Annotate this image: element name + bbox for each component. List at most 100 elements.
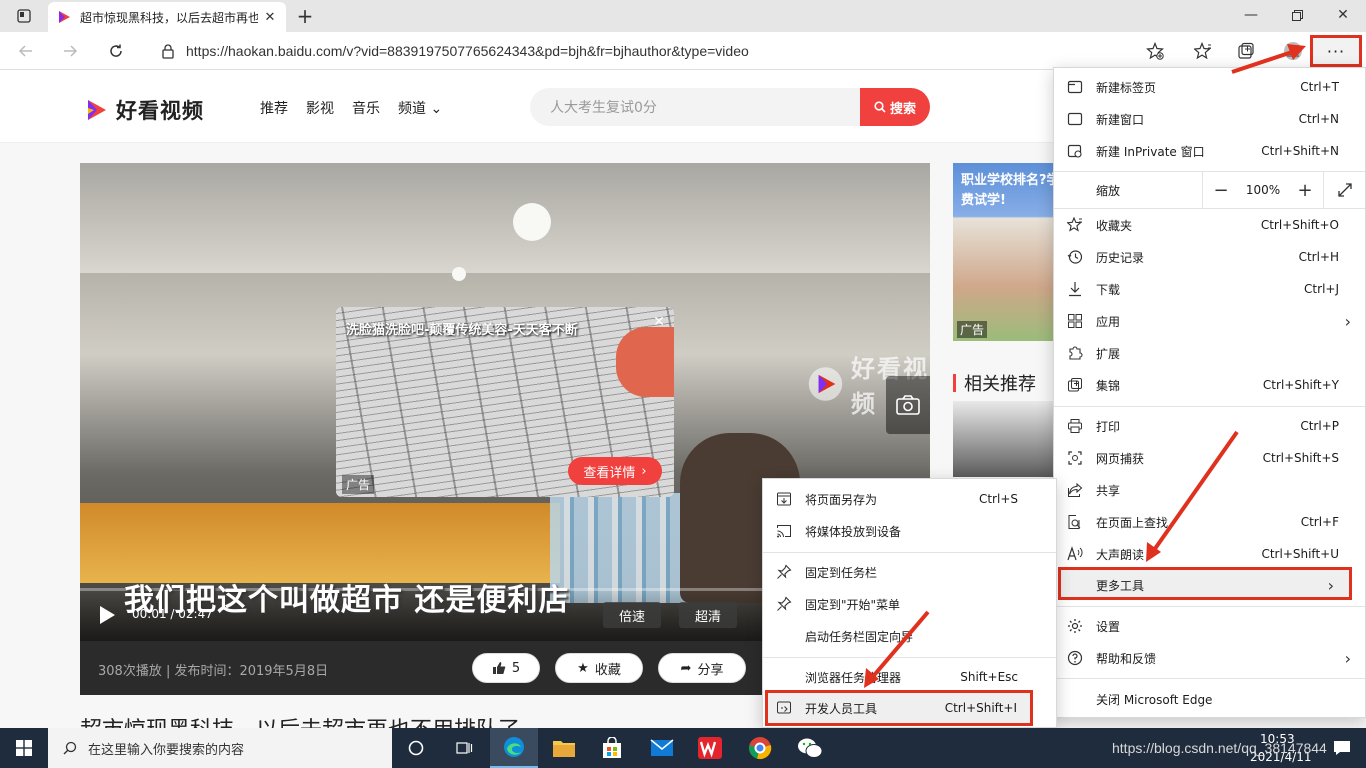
menu-item-history[interactable]: 历史记录 Ctrl+H xyxy=(1054,241,1365,273)
like-button[interactable]: 5 xyxy=(472,653,540,683)
start-button[interactable] xyxy=(0,728,48,768)
menu-item-read-aloud[interactable]: 大声朗读 Ctrl+Shift+U xyxy=(1054,538,1365,570)
submenu-item-save-page[interactable]: 将页面另存为 Ctrl+S xyxy=(763,483,1056,515)
refresh-icon xyxy=(110,44,122,57)
taskbar-store[interactable] xyxy=(588,728,636,768)
menu-item-new-tab[interactable]: 新建标签页 Ctrl+T xyxy=(1054,71,1365,103)
menu-item-new-window[interactable]: 新建窗口 Ctrl+N xyxy=(1054,103,1365,135)
fullscreen-button[interactable] xyxy=(1323,172,1365,208)
menu-label: 将页面另存为 xyxy=(805,492,878,507)
menu-item-favorites[interactable]: 收藏夹 Ctrl+Shift+O xyxy=(1054,209,1365,241)
menu-label: 固定到"开始"菜单 xyxy=(805,597,901,612)
zoom-controls: − 100% + xyxy=(1202,172,1323,208)
like-count: 5 xyxy=(511,660,521,676)
blank-icon xyxy=(775,627,793,645)
rail-ad-text: 职业学校排名?学费试学! xyxy=(961,173,1057,208)
submenu-item-pin-taskbar[interactable]: 固定到任务栏 xyxy=(763,556,1056,588)
taskbar-file-explorer[interactable] xyxy=(540,728,588,768)
submenu-item-developer-tools[interactable]: 开发人员工具 Ctrl+Shift+I xyxy=(763,692,1031,724)
nav-item-music[interactable]: 音乐 xyxy=(352,98,380,118)
address-bar[interactable]: https://haokan.baidu.com/v?vid=883919750… xyxy=(146,36,1176,66)
nav-item-channels[interactable]: 频道 ⌄ xyxy=(398,98,442,118)
star-icon: ★ xyxy=(577,660,589,676)
settings-and-more-button[interactable]: ··· xyxy=(1310,35,1362,67)
add-favorite-button[interactable] xyxy=(1142,38,1168,64)
taskbar-edge[interactable] xyxy=(490,728,538,768)
submenu-item-cast-media[interactable]: 将媒体投放到设备 xyxy=(763,515,1056,547)
forward-button[interactable] xyxy=(54,36,86,66)
menu-divider xyxy=(1054,406,1365,407)
site-logo[interactable]: 好看视频 xyxy=(86,95,204,125)
site-search-button[interactable]: 搜索 xyxy=(860,88,930,126)
camera-icon xyxy=(896,395,920,415)
playback-speed-button[interactable]: 倍速 xyxy=(603,602,662,628)
taskbar-wps[interactable] xyxy=(686,728,734,768)
ad-close-icon[interactable]: ✕ xyxy=(650,313,668,331)
cortana-button[interactable] xyxy=(392,728,440,768)
taskbar-mail[interactable] xyxy=(638,728,686,768)
menu-item-find[interactable]: 在页面上查找 Ctrl+F xyxy=(1054,506,1365,538)
ad-image-hand xyxy=(616,327,674,397)
quality-button[interactable]: 超清 xyxy=(679,602,738,628)
taskbar-search-input[interactable]: 在这里输入你要搜索的内容 xyxy=(48,728,392,768)
menu-item-more-tools[interactable]: 更多工具 › xyxy=(1054,569,1348,601)
menu-item-web-capture[interactable]: 网页捕获 Ctrl+Shift+S xyxy=(1054,442,1365,474)
related-video-thumbnail[interactable] xyxy=(953,401,1057,477)
zoom-in-button[interactable]: + xyxy=(1287,172,1323,208)
share-video-button[interactable]: ➦ 分享 xyxy=(658,653,746,683)
menu-shortcut: Ctrl+S xyxy=(978,492,1018,506)
task-view-button[interactable] xyxy=(440,728,488,768)
profile-button[interactable] xyxy=(1280,38,1306,64)
video-ad-overlay[interactable]: 洗脸猫洗脸吧-颠覆传统美容-天天客不断 ✕ 查看详情 › 广告 xyxy=(336,307,674,497)
menu-item-extensions[interactable]: 扩展 xyxy=(1054,337,1365,369)
heading-accent-bar xyxy=(953,374,956,392)
menu-item-settings[interactable]: 设置 xyxy=(1054,610,1365,642)
close-window-button[interactable]: ✕ xyxy=(1320,0,1366,30)
refresh-button[interactable] xyxy=(100,36,132,66)
menu-item-apps[interactable]: 应用 › xyxy=(1054,305,1365,337)
menu-item-downloads[interactable]: 下载 Ctrl+J xyxy=(1054,273,1365,305)
new-tab-button[interactable]: + xyxy=(292,4,318,28)
tab-close-icon[interactable]: ✕ xyxy=(262,9,278,25)
share-icon xyxy=(1066,481,1084,499)
maximize-button[interactable] xyxy=(1274,0,1320,30)
menu-item-print[interactable]: 打印 Ctrl+P xyxy=(1054,410,1365,442)
zoom-out-button[interactable]: − xyxy=(1203,172,1239,208)
collections-icon xyxy=(1066,376,1084,394)
site-search-input[interactable]: 人大考生复试0分 xyxy=(530,88,860,126)
submenu-item-task-manager[interactable]: 浏览器任务管理器 Shift+Esc xyxy=(763,661,1056,693)
menu-item-close-edge[interactable]: 关闭 Microsoft Edge xyxy=(1054,683,1365,715)
menu-divider xyxy=(763,657,1056,658)
browser-tab[interactable]: 超市惊现黑科技，以后去超市再也不用排队了 ✕ xyxy=(48,2,286,32)
taskbar-wechat[interactable] xyxy=(786,728,834,768)
submenu-item-pin-start[interactable]: 固定到"开始"菜单 xyxy=(763,588,1056,620)
taskbar-chrome[interactable] xyxy=(736,728,784,768)
submenu-item-pin-wizard[interactable]: 启动任务栏固定向导 xyxy=(763,620,1056,652)
ad-cta-button[interactable]: 查看详情 › xyxy=(568,457,662,485)
haokan-logo-icon xyxy=(88,100,106,120)
tab-actions-button[interactable] xyxy=(8,4,40,28)
menu-item-collections[interactable]: 集锦 Ctrl+Shift+Y xyxy=(1054,369,1365,401)
play-icon[interactable] xyxy=(96,604,118,626)
minimize-button[interactable]: — xyxy=(1228,0,1274,30)
rail-ad[interactable]: 职业学校排名?学费试学! 广告 xyxy=(953,163,1057,341)
screenshot-button[interactable] xyxy=(886,376,930,434)
collect-button[interactable]: ★ 收藏 xyxy=(555,653,643,683)
back-button[interactable] xyxy=(10,36,42,66)
print-icon xyxy=(1066,417,1084,435)
menu-shortcut: Shift+Esc xyxy=(960,670,1018,684)
video-frame-lamp xyxy=(452,267,466,281)
search-button-label: 搜索 xyxy=(889,101,916,117)
menu-item-help[interactable]: 帮助和反馈 › xyxy=(1054,642,1365,674)
menu-label: 在页面上查找 xyxy=(1096,515,1169,530)
menu-item-share[interactable]: 共享 xyxy=(1054,474,1365,506)
tab-title: 超市惊现黑科技，以后去超市再也不用排队了 xyxy=(80,10,258,25)
nav-item-recommend[interactable]: 推荐 xyxy=(260,98,288,118)
favorites-icon xyxy=(1066,216,1084,234)
menu-item-new-inprivate[interactable]: 新建 InPrivate 窗口 Ctrl+Shift+N xyxy=(1054,135,1365,167)
favorites-button[interactable] xyxy=(1190,38,1216,64)
collections-button[interactable] xyxy=(1233,38,1259,64)
nav-item-film[interactable]: 影视 xyxy=(306,98,334,118)
favorites-star-icon xyxy=(1194,42,1211,60)
task-view-icon xyxy=(456,742,473,754)
